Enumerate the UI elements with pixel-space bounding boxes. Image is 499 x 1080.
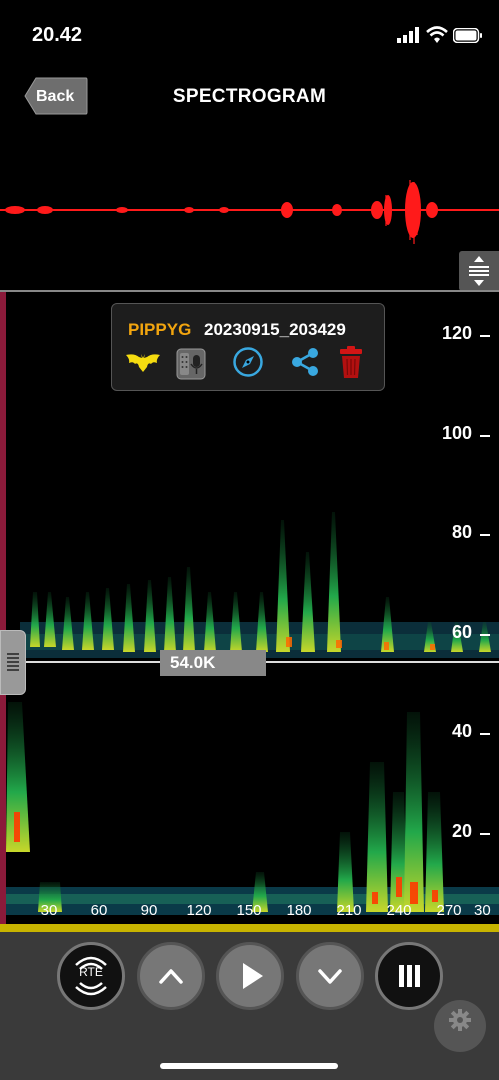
y-axis-tick [480,534,490,536]
bars-icon [399,965,420,987]
chevron-down-icon [318,969,342,984]
bat-icon[interactable] [125,352,161,374]
home-area [0,1030,499,1080]
scroll-down-button[interactable] [296,942,364,1010]
y-axis-label: 40 [451,721,472,741]
settings-button[interactable] [434,1000,486,1052]
y-axis-tick [480,435,490,437]
trash-icon[interactable] [338,345,364,379]
y-axis-tick [480,634,490,636]
page-title: SPECTROGRAM [172,86,327,107]
x-axis-label: 30 [40,902,58,919]
play-button[interactable] [216,942,284,1010]
chevron-up-icon [159,969,183,984]
x-axis-label: 270 [436,902,462,919]
x-axis-label: 120 [186,902,212,919]
y-axis-tick [480,833,490,835]
scroll-up-button[interactable] [137,942,205,1010]
compass-icon[interactable] [232,346,264,378]
threshold-value: 54.0K [170,653,216,672]
recording-filename: 20230915_203429 [204,320,346,339]
x-axis-label: 150 [236,902,262,919]
species-label: PIPPYG [128,320,192,339]
x-axis-label: 210 [336,902,362,919]
y-axis-label: 120 [441,323,472,343]
y-axis-label: 20 [451,821,472,841]
y-axis-label: 100 [441,423,472,443]
recorder-icon[interactable] [176,348,206,380]
playback-progress-bar[interactable] [0,924,499,932]
x-axis-label: 180 [286,902,312,919]
y-axis-label: 80 [451,522,472,542]
wifi-icon [426,26,448,43]
pause-button[interactable] [375,942,443,1010]
x-axis-label: 90 [140,902,158,919]
battery-icon [453,28,482,43]
y-axis-tick [480,335,490,337]
y-axis-label: 60 [451,622,472,642]
signal-bars-icon [397,27,419,43]
resize-vertical-icon [469,256,489,286]
share-icon[interactable] [289,346,321,378]
y-axis-tick [480,733,490,735]
x-axis-label: 60 [90,902,108,919]
grip-icon [7,653,19,671]
rte-label: RTE [79,965,103,979]
x-axis-label: 240 [386,902,412,919]
threshold-drag-handle[interactable] [0,630,26,695]
home-indicator[interactable] [160,1063,338,1069]
waveform-resize-button[interactable] [459,251,499,291]
waveform-view[interactable] [0,140,499,290]
play-icon [243,963,263,989]
spectrogram-edge-bar [0,292,6,925]
status-time: 20.42 [32,24,83,46]
gear-icon [449,1009,471,1031]
x-axis-label: 30 [474,902,491,919]
